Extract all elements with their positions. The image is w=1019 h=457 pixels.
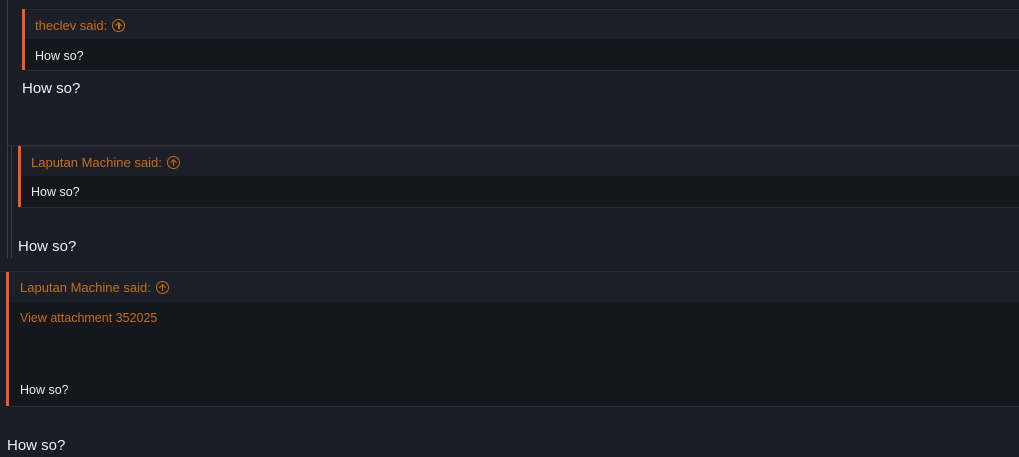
- quote-text: How so?: [31, 185, 80, 199]
- quote-attribution[interactable]: theclev said:: [35, 18, 126, 33]
- quote-body: [21, 176, 1019, 208]
- up-arrow-circle-icon[interactable]: [155, 281, 169, 294]
- quote-attribution[interactable]: Laputan Machine said:: [20, 280, 169, 295]
- quote-block-laputan-machine: Laputan Machine said: How so?: [18, 146, 1019, 208]
- quote-author[interactable]: Laputan Machine said:: [20, 280, 151, 295]
- attachment-link[interactable]: View attachment 352025: [20, 311, 157, 325]
- quote-body: [25, 39, 1019, 71]
- reply-text: How so?: [22, 80, 81, 97]
- post-thread: theclev said: How so? How so? Laputan Ma…: [0, 0, 1019, 457]
- quote-author[interactable]: Laputan Machine said:: [31, 155, 162, 170]
- reply-text: How so?: [7, 437, 66, 454]
- nested-quote-guide-outer: [7, 0, 8, 258]
- quote-attribution[interactable]: Laputan Machine said:: [31, 155, 180, 170]
- up-arrow-circle-icon[interactable]: [166, 156, 180, 169]
- quote-header: [25, 9, 1019, 40]
- quote-text: How so?: [20, 383, 69, 397]
- quote-block-theclev: theclev said: How so?: [22, 9, 1019, 71]
- quote-text: How so?: [35, 49, 84, 63]
- nested-quote-guide-inner: [11, 146, 12, 258]
- quote-author[interactable]: theclev said:: [35, 18, 107, 33]
- quote-body: [9, 302, 1019, 407]
- reply-text: How so?: [18, 238, 77, 255]
- up-arrow-circle-icon[interactable]: [112, 19, 126, 32]
- quote-block-laputan-machine-attachment: Laputan Machine said: View attachment 35…: [6, 272, 1019, 407]
